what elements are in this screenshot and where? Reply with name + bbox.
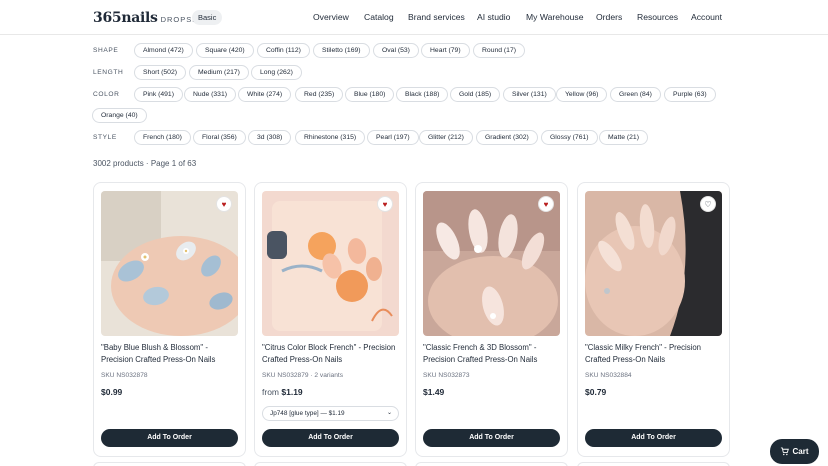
favorite-heart-icon[interactable]: ♥ xyxy=(377,196,393,212)
cart-button[interactable]: Cart xyxy=(770,439,819,464)
chip-length-medium[interactable]: Medium (217) xyxy=(189,65,249,80)
product-title[interactable]: "Classic Milky French" - Precision Craft… xyxy=(585,342,725,366)
filter-label-style: STYLE xyxy=(93,134,117,141)
results-summary: 3002 products · Page 1 of 63 xyxy=(93,159,197,168)
product-image[interactable]: ♡ xyxy=(585,191,722,336)
product-card-next-row xyxy=(577,462,730,466)
product-title[interactable]: "Baby Blue Blush & Blossom" - Precision … xyxy=(101,342,241,366)
chip-color-black[interactable]: Black (188) xyxy=(396,87,449,102)
chip-color-blue[interactable]: Blue (180) xyxy=(345,87,395,102)
chip-length-long[interactable]: Long (262) xyxy=(251,65,302,80)
chip-color-gold[interactable]: Gold (185) xyxy=(450,87,501,102)
chip-shape-oval[interactable]: Oval (53) xyxy=(373,43,419,58)
chip-shape-stiletto[interactable]: Stiletto (169) xyxy=(313,43,370,58)
nav-account[interactable]: Account xyxy=(691,12,722,22)
nav-resources[interactable]: Resources xyxy=(637,12,678,22)
variant-selected-value: Jp748 [glue type] — $1.19 xyxy=(270,410,345,417)
chip-color-green[interactable]: Green (84) xyxy=(610,87,661,102)
nav-my-warehouse[interactable]: My Warehouse xyxy=(526,12,583,22)
product-card: ♡ "Classic Milky French" - Precision Cra… xyxy=(577,182,730,457)
chevron-down-icon: ⌄ xyxy=(386,410,392,416)
product-price: $0.79 xyxy=(585,387,607,397)
product-image[interactable]: ♥ xyxy=(101,191,238,336)
product-price: $1.49 xyxy=(423,387,445,397)
plan-badge: Basic xyxy=(192,10,223,25)
top-header: 365nails DROPSHIP Basic Overview Catalog… xyxy=(0,0,828,35)
chip-style-matte[interactable]: Matte (21) xyxy=(599,130,648,145)
nav-orders[interactable]: Orders xyxy=(596,12,622,22)
add-to-order-button[interactable]: Add To Order xyxy=(585,429,722,447)
chip-style-glossy[interactable]: Glossy (761) xyxy=(541,130,598,145)
nav-ai-studio[interactable]: AI studio xyxy=(477,12,510,22)
chip-style-glitter[interactable]: Glitter (212) xyxy=(419,130,473,145)
product-sku: SKU NS032884 xyxy=(585,372,632,379)
product-image[interactable]: ♥ xyxy=(262,191,399,336)
nav-catalog[interactable]: Catalog xyxy=(364,12,394,22)
chip-color-yellow[interactable]: Yellow (96) xyxy=(556,87,608,102)
chip-length-short[interactable]: Short (502) xyxy=(134,65,187,80)
product-image[interactable]: ♥ xyxy=(423,191,560,336)
product-sku: SKU NS032873 xyxy=(423,372,470,379)
nav-brand-services[interactable]: Brand services xyxy=(408,12,465,22)
chip-color-purple[interactable]: Purple (63) xyxy=(664,87,716,102)
chip-shape-coffin[interactable]: Coffin (112) xyxy=(257,43,310,58)
chip-shape-heart[interactable]: Heart (79) xyxy=(421,43,470,58)
chip-shape-almond[interactable]: Almond (472) xyxy=(134,43,193,58)
add-to-order-button[interactable]: Add To Order xyxy=(423,429,560,447)
variant-select[interactable]: Jp748 [glue type] — $1.19 ⌄ xyxy=(262,406,399,421)
chip-style-floral[interactable]: Floral (356) xyxy=(193,130,246,145)
chip-style-pearl[interactable]: Pearl (197) xyxy=(367,130,419,145)
product-title[interactable]: "Classic French & 3D Blossom" - Precisio… xyxy=(423,342,563,366)
chip-shape-round[interactable]: Round (17) xyxy=(473,43,526,58)
chip-shape-square[interactable]: Square (420) xyxy=(196,43,254,58)
chip-color-white[interactable]: White (274) xyxy=(238,87,292,102)
chip-style-french[interactable]: French (180) xyxy=(134,130,191,145)
product-sku: SKU NS032878 xyxy=(101,372,148,379)
chip-color-nude[interactable]: Nude (331) xyxy=(184,87,237,102)
chip-color-red[interactable]: Red (235) xyxy=(295,87,344,102)
chip-style-gradient[interactable]: Gradient (302) xyxy=(476,130,538,145)
cart-icon xyxy=(781,447,790,456)
product-card: ♥ "Baby Blue Blush & Blossom" - Precisio… xyxy=(93,182,246,457)
cart-label: Cart xyxy=(792,447,809,456)
favorite-heart-icon[interactable]: ♥ xyxy=(216,196,232,212)
product-card-next-row xyxy=(93,462,246,466)
product-price: from $1.19 xyxy=(262,387,303,397)
brand-logo[interactable]: 365nails DROPSHIP xyxy=(93,10,208,26)
chip-color-silver[interactable]: Silver (131) xyxy=(503,87,556,102)
chip-color-pink[interactable]: Pink (491) xyxy=(134,87,183,102)
add-to-order-button[interactable]: Add To Order xyxy=(262,429,399,447)
nav-overview[interactable]: Overview xyxy=(313,12,349,22)
product-card: ♥ "Citrus Color Block French" - Precisio… xyxy=(254,182,407,457)
product-sku: SKU NS032879 · 2 variants xyxy=(262,372,343,379)
chip-color-orange[interactable]: Orange (40) xyxy=(92,108,147,123)
filter-label-length: LENGTH xyxy=(93,69,124,76)
chip-style-rhinestone[interactable]: Rhinestone (315) xyxy=(295,130,366,145)
favorite-heart-outline-icon[interactable]: ♡ xyxy=(700,196,716,212)
logo-wordmark: 365nails xyxy=(93,10,158,26)
filter-label-shape: SHAPE xyxy=(93,47,119,54)
filter-label-color: COLOR xyxy=(93,91,120,98)
product-price: $0.99 xyxy=(101,387,123,397)
product-card-next-row xyxy=(415,462,568,466)
product-card-next-row xyxy=(254,462,407,466)
product-title[interactable]: "Citrus Color Block French" - Precision … xyxy=(262,342,402,366)
add-to-order-button[interactable]: Add To Order xyxy=(101,429,238,447)
favorite-heart-icon[interactable]: ♥ xyxy=(538,196,554,212)
chip-style-3d[interactable]: 3d (308) xyxy=(248,130,292,145)
product-card: ♥ "Classic French & 3D Blossom" - Precis… xyxy=(415,182,568,457)
